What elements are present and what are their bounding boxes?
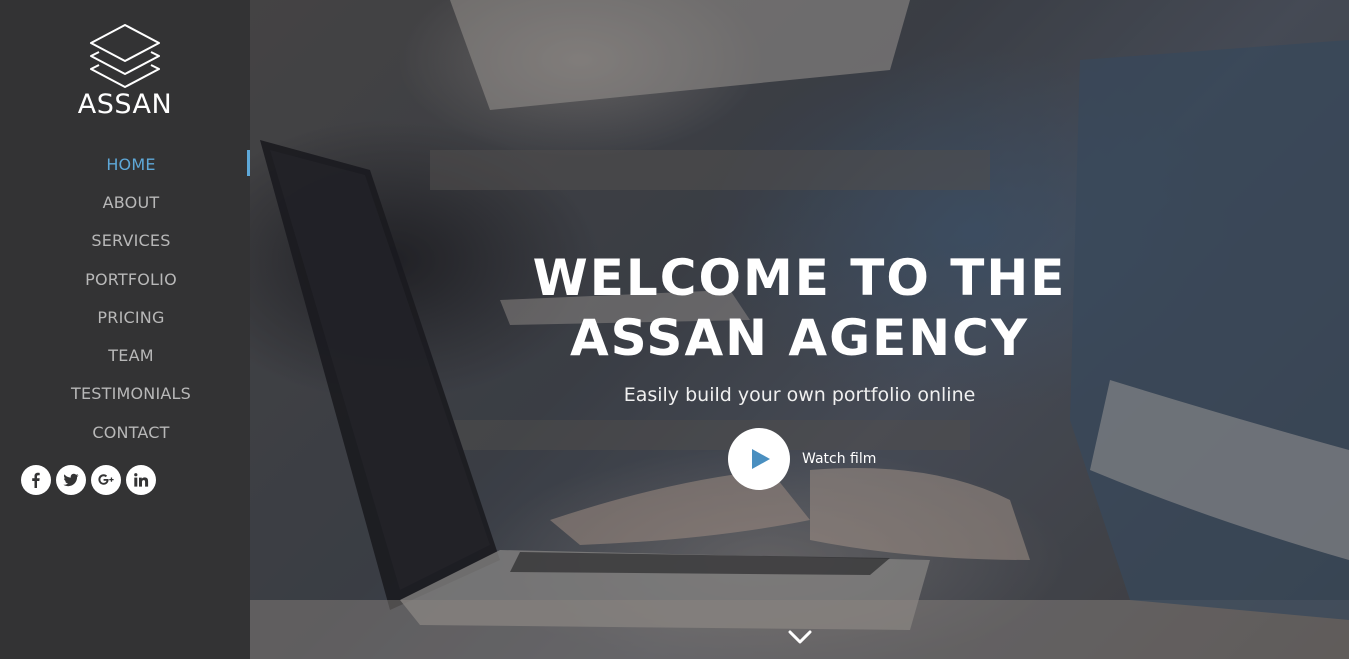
watch-film-control[interactable]: Watch film (728, 428, 876, 490)
stacked-layers-icon (90, 24, 160, 88)
brand-logo[interactable]: ASSAN (0, 22, 250, 120)
twitter-link[interactable] (56, 465, 86, 495)
social-links (21, 465, 156, 495)
linkedin-icon (134, 473, 149, 487)
headline-line-1: WELCOME TO THE (532, 249, 1067, 307)
linkedin-link[interactable] (126, 465, 156, 495)
nav-item-team[interactable]: TEAM (0, 336, 250, 374)
nav-item-label: PORTFOLIO (85, 269, 177, 289)
hero-tagline: Easily build your own portfolio online (623, 384, 976, 406)
nav-item-pricing[interactable]: PRICING (0, 298, 250, 336)
hero-headline: WELCOME TO THE ASSAN AGENCY (250, 248, 1349, 368)
nav-item-testimonials[interactable]: TESTIMONIALS (0, 375, 250, 413)
headline-line-2: ASSAN AGENCY (569, 309, 1030, 367)
nav-item-label: TEAM (108, 346, 154, 366)
nav-item-label: TESTIMONIALS (70, 384, 192, 404)
facebook-icon (32, 472, 40, 488)
google-plus-link[interactable] (91, 465, 121, 495)
play-icon (752, 449, 770, 469)
nav-item-portfolio[interactable]: PORTFOLIO (0, 260, 250, 298)
hero-section: WELCOME TO THE ASSAN AGENCY Easily build… (250, 0, 1349, 659)
nav-item-label: HOME (106, 154, 156, 174)
nav-item-home[interactable]: HOME (0, 145, 250, 183)
facebook-link[interactable] (21, 465, 51, 495)
brand-name: ASSAN (77, 89, 173, 120)
nav-item-services[interactable]: SERVICES (0, 222, 250, 260)
main-nav: HOME ABOUT SERVICES PORTFOLIO PRICING TE… (0, 145, 250, 451)
watch-film-label: Watch film (802, 451, 877, 467)
nav-item-label: PRICING (97, 307, 165, 327)
nav-item-label: CONTACT (92, 422, 170, 442)
twitter-icon (63, 473, 79, 487)
play-button[interactable] (728, 428, 790, 490)
sidebar: ASSAN HOME ABOUT SERVICES PORTFOLIO PRIC… (0, 0, 250, 659)
nav-item-label: ABOUT (102, 192, 160, 212)
nav-item-contact[interactable]: CONTACT (0, 413, 250, 451)
chevron-down-icon[interactable] (787, 629, 813, 647)
nav-item-about[interactable]: ABOUT (0, 183, 250, 221)
nav-item-label: SERVICES (91, 231, 171, 251)
google-plus-icon (98, 474, 114, 485)
